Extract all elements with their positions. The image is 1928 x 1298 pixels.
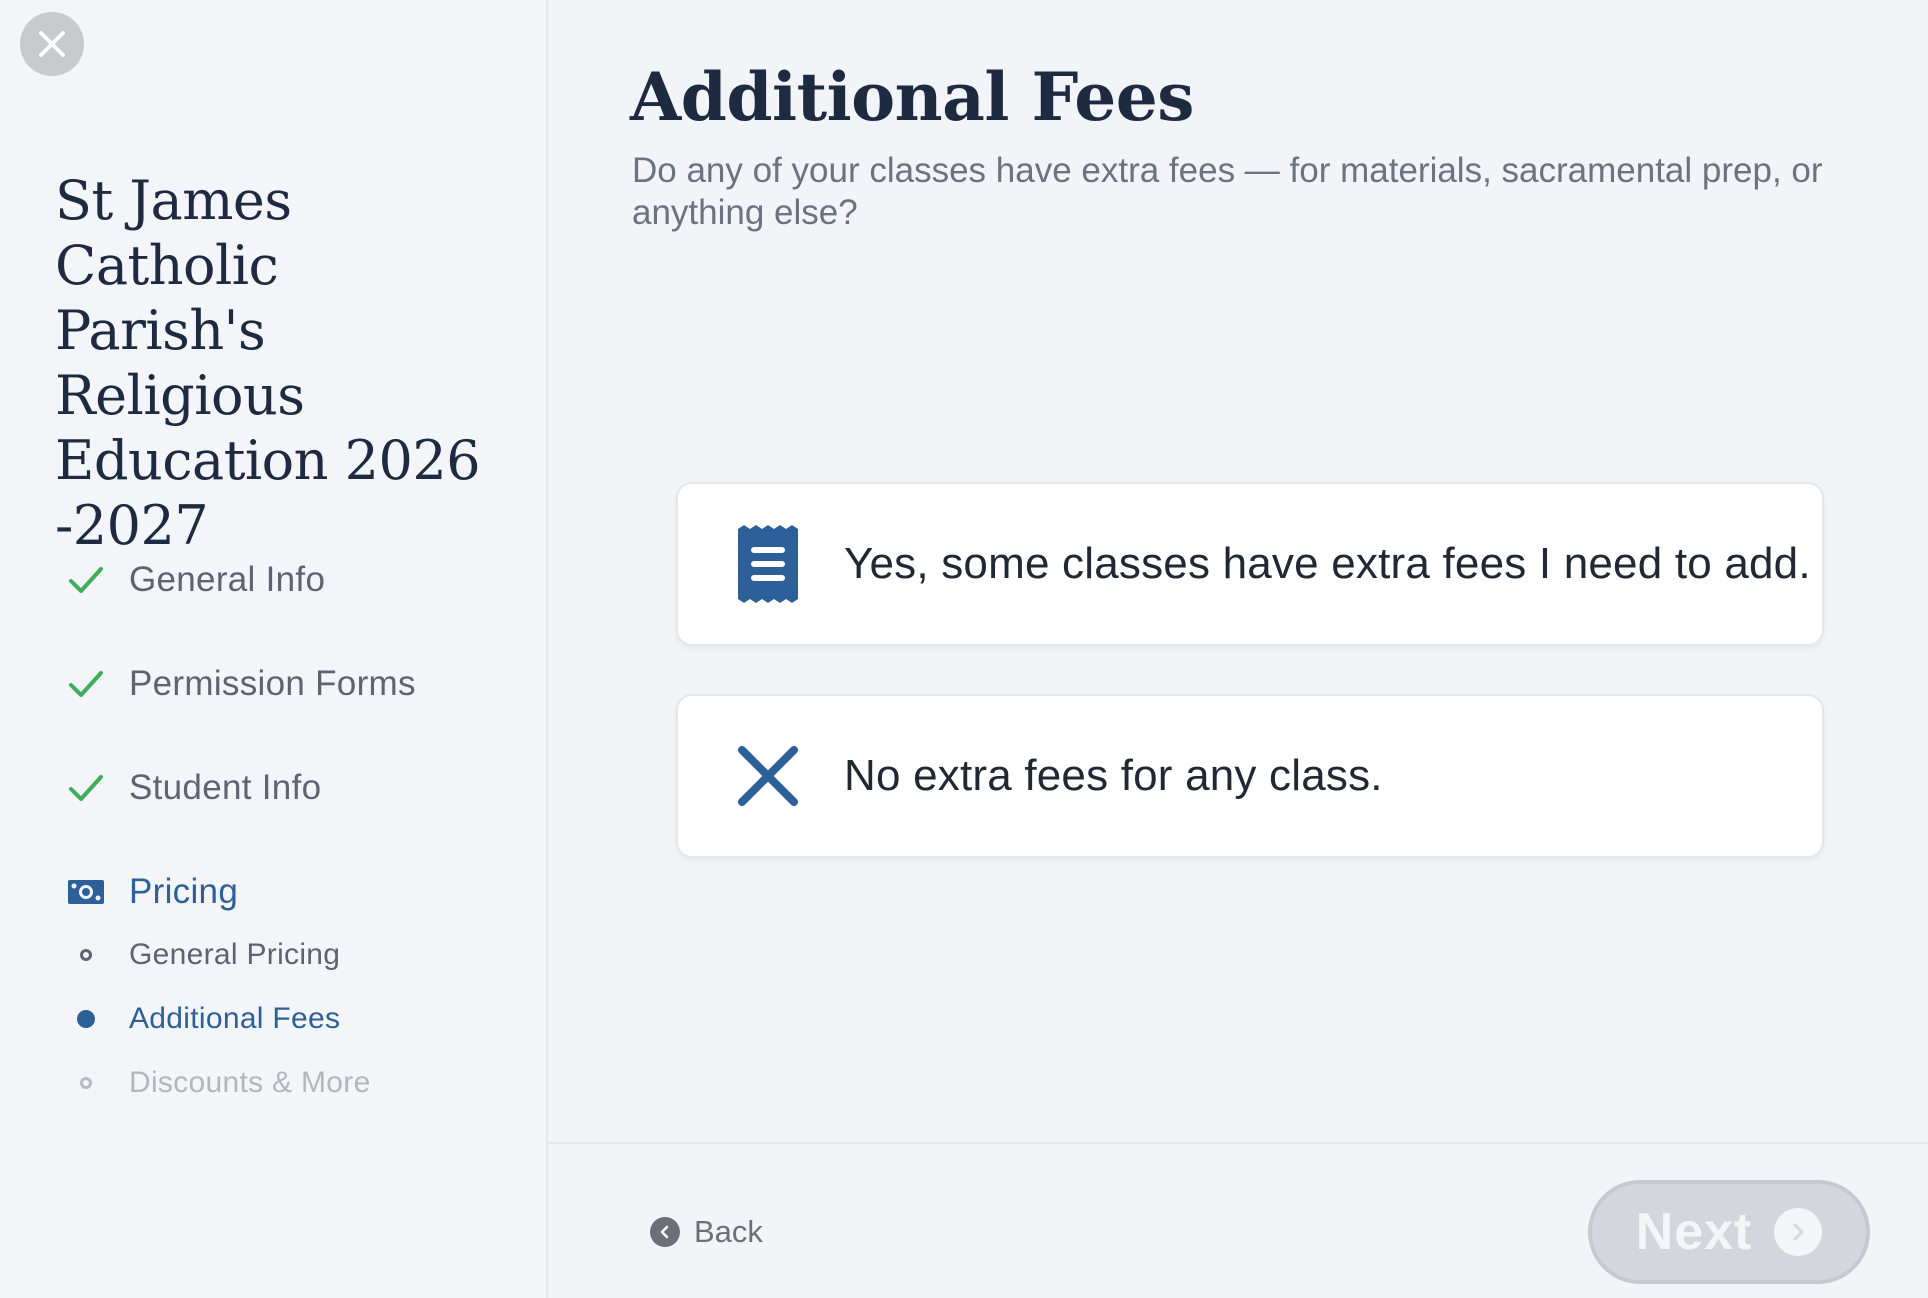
sidebar: St James Catholic Parish's Religious Edu… (0, 0, 548, 1298)
substep-dot-icon (80, 1077, 92, 1089)
step-label: Pricing (129, 872, 239, 911)
chevron-right-icon (1774, 1208, 1823, 1256)
substep-label: Discounts & More (129, 1066, 371, 1099)
substep-dot-icon (80, 949, 92, 961)
substep-label: General Pricing (129, 938, 341, 971)
step-general-info[interactable]: General Info (64, 555, 325, 605)
step-student-info[interactable]: Student Info (64, 763, 321, 813)
page-title: Additional Fees (630, 58, 1194, 136)
form-title: St James Catholic Parish's Religious Edu… (55, 169, 481, 557)
receipt-icon (736, 524, 800, 604)
step-label: Student Info (129, 768, 322, 807)
substep-dot-wrap (64, 999, 108, 1039)
checkmark-icon (64, 766, 108, 810)
app-window: St James Catholic Parish's Religious Edu… (0, 0, 1928, 1298)
substep-dot-wrap (64, 935, 108, 975)
close-button[interactable] (20, 12, 84, 76)
step-permission-forms[interactable]: Permission Forms (64, 659, 416, 709)
money-bill-icon (64, 870, 108, 914)
close-icon (39, 31, 65, 57)
step-pricing[interactable]: Pricing (64, 867, 238, 917)
substep-label: Additional Fees (129, 1002, 341, 1035)
back-button[interactable]: Back (650, 1214, 763, 1250)
option-label: Yes, some classes have extra fees I need… (844, 539, 1811, 588)
option-label: No extra fees for any class. (844, 751, 1383, 800)
option-no-extra-fees[interactable]: No extra fees for any class. (676, 694, 1824, 858)
x-icon (736, 736, 800, 816)
footer-bar: Back Next (548, 1142, 1928, 1298)
substep-additional-fees[interactable]: Additional Fees (64, 999, 340, 1039)
step-label: Permission Forms (129, 664, 416, 703)
substep-dot-icon (77, 1010, 95, 1028)
substep-general-pricing[interactable]: General Pricing (64, 935, 340, 975)
checkmark-icon (64, 558, 108, 602)
next-label: Next (1635, 1203, 1753, 1261)
substep-dot-wrap (64, 1063, 108, 1103)
checkmark-icon (64, 662, 108, 706)
back-label: Back (694, 1214, 763, 1249)
chevron-left-icon (650, 1217, 680, 1247)
step-label: General Info (129, 560, 326, 599)
substep-discounts-more: Discounts & More (64, 1063, 371, 1103)
page-subtitle: Do any of your classes have extra fees —… (632, 151, 1823, 232)
next-button[interactable]: Next (1588, 1180, 1870, 1284)
option-yes-extra-fees[interactable]: Yes, some classes have extra fees I need… (676, 482, 1824, 646)
main-panel: Additional Fees Do any of your classes h… (548, 0, 1928, 1298)
